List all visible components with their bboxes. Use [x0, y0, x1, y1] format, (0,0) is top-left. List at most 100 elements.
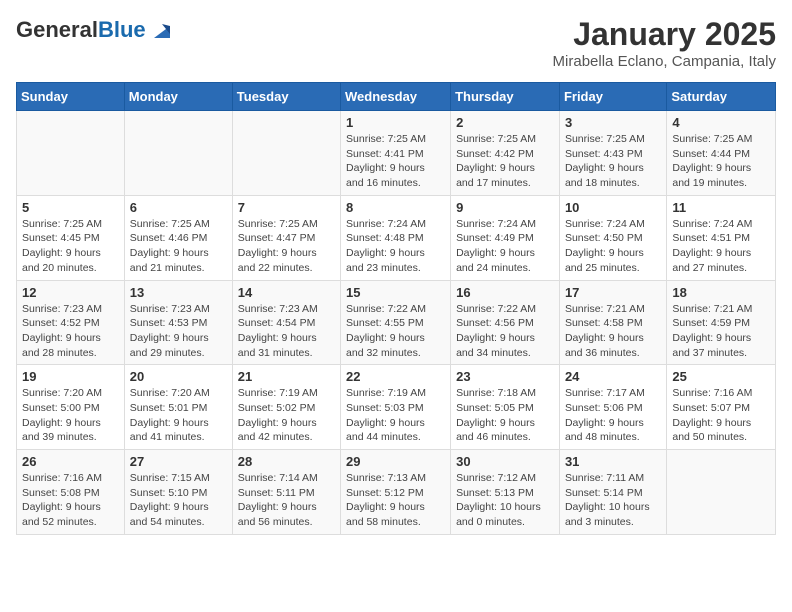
- day-info: Sunrise: 7:19 AM Sunset: 5:02 PM Dayligh…: [238, 386, 335, 445]
- day-info: Sunrise: 7:20 AM Sunset: 5:00 PM Dayligh…: [22, 386, 119, 445]
- day-info: Sunrise: 7:22 AM Sunset: 4:56 PM Dayligh…: [456, 302, 554, 361]
- calendar-cell: 8 Sunrise: 7:24 AM Sunset: 4:48 PM Daylig…: [341, 195, 451, 280]
- calendar-cell: 9Sunrise: 7:24 AM Sunset: 4:49 PM Daylig…: [451, 195, 560, 280]
- calendar-week-row: 12Sunrise: 7:23 AM Sunset: 4:52 PM Dayli…: [17, 280, 776, 365]
- day-info: Sunrise: 7:25 AM Sunset: 4:47 PM Dayligh…: [238, 217, 335, 276]
- calendar-table: SundayMondayTuesdayWednesdayThursdayFrid…: [16, 82, 776, 535]
- weekday-header: Monday: [124, 83, 232, 111]
- day-number: 5: [22, 200, 119, 215]
- day-info: Sunrise: 7:20 AM Sunset: 5:01 PM Dayligh…: [130, 386, 227, 445]
- day-info: Sunrise: 7:16 AM Sunset: 5:08 PM Dayligh…: [22, 471, 119, 530]
- weekday-header: Friday: [559, 83, 666, 111]
- day-number: 11: [672, 200, 770, 215]
- logo-general-text: General: [16, 17, 98, 42]
- day-number: 18: [672, 285, 770, 300]
- day-number: 27: [130, 454, 227, 469]
- calendar-header-row: SundayMondayTuesdayWednesdayThursdayFrid…: [17, 83, 776, 111]
- calendar-cell: [232, 111, 340, 196]
- title-block: January 2025 Mirabella Eclano, Campania,…: [553, 16, 776, 70]
- calendar-cell: 26 Sunrise: 7:16 AM Sunset: 5:08 PM Dayli…: [17, 450, 125, 535]
- day-number: 8: [346, 200, 445, 215]
- day-number: 15: [346, 285, 445, 300]
- day-info: Sunrise: 7:25 AM Sunset: 4:42 PM Dayligh…: [456, 132, 554, 191]
- calendar-cell: 23 Sunrise: 7:18 AM Sunset: 5:05 PM Dayli…: [451, 365, 560, 450]
- day-info: Sunrise: 7:16 AM Sunset: 5:07 PM Dayligh…: [672, 386, 770, 445]
- day-number: 4: [672, 115, 770, 130]
- day-number: 12: [22, 285, 119, 300]
- day-info: Sunrise: 7:12 AM Sunset: 5:13 PM Dayligh…: [456, 471, 554, 530]
- location-title: Mirabella Eclano, Campania, Italy: [553, 53, 776, 70]
- day-number: 21: [238, 369, 335, 384]
- calendar-cell: 30 Sunrise: 7:12 AM Sunset: 5:13 PM Dayli…: [451, 450, 560, 535]
- calendar-cell: 29 Sunrise: 7:13 AM Sunset: 5:12 PM Dayli…: [341, 450, 451, 535]
- calendar-cell: 27Sunrise: 7:15 AM Sunset: 5:10 PM Dayli…: [124, 450, 232, 535]
- day-number: 6: [130, 200, 227, 215]
- weekday-header: Thursday: [451, 83, 560, 111]
- day-info: Sunrise: 7:25 AM Sunset: 4:41 PM Dayligh…: [346, 132, 445, 191]
- calendar-cell: 25 Sunrise: 7:16 AM Sunset: 5:07 PM Dayli…: [667, 365, 776, 450]
- weekday-header: Tuesday: [232, 83, 340, 111]
- calendar-cell: 14 Sunrise: 7:23 AM Sunset: 4:54 PM Dayli…: [232, 280, 340, 365]
- weekday-header: Wednesday: [341, 83, 451, 111]
- day-number: 1: [346, 115, 445, 130]
- calendar-cell: 11 Sunrise: 7:24 AM Sunset: 4:51 PM Dayli…: [667, 195, 776, 280]
- calendar-cell: 2 Sunrise: 7:25 AM Sunset: 4:42 PM Daylig…: [451, 111, 560, 196]
- day-number: 2: [456, 115, 554, 130]
- page-header: GeneralBlue January 2025 Mirabella Eclan…: [16, 16, 776, 70]
- calendar-cell: 3 Sunrise: 7:25 AM Sunset: 4:43 PM Daylig…: [559, 111, 666, 196]
- day-number: 25: [672, 369, 770, 384]
- day-info: Sunrise: 7:25 AM Sunset: 4:45 PM Dayligh…: [22, 217, 119, 276]
- day-number: 29: [346, 454, 445, 469]
- logo-icon: [148, 16, 176, 44]
- day-info: Sunrise: 7:25 AM Sunset: 4:44 PM Dayligh…: [672, 132, 770, 191]
- day-info: Sunrise: 7:14 AM Sunset: 5:11 PM Dayligh…: [238, 471, 335, 530]
- calendar-cell: [17, 111, 125, 196]
- calendar-cell: 1 Sunrise: 7:25 AM Sunset: 4:41 PM Daylig…: [341, 111, 451, 196]
- calendar-cell: 18Sunrise: 7:21 AM Sunset: 4:59 PM Dayli…: [667, 280, 776, 365]
- day-number: 17: [565, 285, 661, 300]
- day-info: Sunrise: 7:23 AM Sunset: 4:54 PM Dayligh…: [238, 302, 335, 361]
- calendar-cell: 22 Sunrise: 7:19 AM Sunset: 5:03 PM Dayli…: [341, 365, 451, 450]
- day-info: Sunrise: 7:21 AM Sunset: 4:58 PM Dayligh…: [565, 302, 661, 361]
- day-number: 26: [22, 454, 119, 469]
- day-number: 22: [346, 369, 445, 384]
- day-number: 7: [238, 200, 335, 215]
- calendar-week-row: 5 Sunrise: 7:25 AM Sunset: 4:45 PM Daylig…: [17, 195, 776, 280]
- day-info: Sunrise: 7:18 AM Sunset: 5:05 PM Dayligh…: [456, 386, 554, 445]
- calendar-cell: 21 Sunrise: 7:19 AM Sunset: 5:02 PM Dayli…: [232, 365, 340, 450]
- day-number: 24: [565, 369, 661, 384]
- calendar-cell: 16Sunrise: 7:22 AM Sunset: 4:56 PM Dayli…: [451, 280, 560, 365]
- calendar-cell: [124, 111, 232, 196]
- day-info: Sunrise: 7:13 AM Sunset: 5:12 PM Dayligh…: [346, 471, 445, 530]
- calendar-cell: 28 Sunrise: 7:14 AM Sunset: 5:11 PM Dayli…: [232, 450, 340, 535]
- day-info: Sunrise: 7:24 AM Sunset: 4:48 PM Dayligh…: [346, 217, 445, 276]
- logo-blue-text: Blue: [98, 17, 146, 42]
- day-info: Sunrise: 7:25 AM Sunset: 4:46 PM Dayligh…: [130, 217, 227, 276]
- calendar-cell: 19 Sunrise: 7:20 AM Sunset: 5:00 PM Dayli…: [17, 365, 125, 450]
- calendar-cell: [667, 450, 776, 535]
- day-info: Sunrise: 7:24 AM Sunset: 4:50 PM Dayligh…: [565, 217, 661, 276]
- day-number: 28: [238, 454, 335, 469]
- day-info: Sunrise: 7:24 AM Sunset: 4:49 PM Dayligh…: [456, 217, 554, 276]
- day-info: Sunrise: 7:22 AM Sunset: 4:55 PM Dayligh…: [346, 302, 445, 361]
- day-number: 13: [130, 285, 227, 300]
- calendar-week-row: 26 Sunrise: 7:16 AM Sunset: 5:08 PM Dayli…: [17, 450, 776, 535]
- day-number: 14: [238, 285, 335, 300]
- calendar-cell: 12Sunrise: 7:23 AM Sunset: 4:52 PM Dayli…: [17, 280, 125, 365]
- calendar-cell: 6 Sunrise: 7:25 AM Sunset: 4:46 PM Daylig…: [124, 195, 232, 280]
- day-info: Sunrise: 7:23 AM Sunset: 4:53 PM Dayligh…: [130, 302, 227, 361]
- day-number: 19: [22, 369, 119, 384]
- day-number: 3: [565, 115, 661, 130]
- day-info: Sunrise: 7:17 AM Sunset: 5:06 PM Dayligh…: [565, 386, 661, 445]
- day-number: 31: [565, 454, 661, 469]
- day-number: 23: [456, 369, 554, 384]
- calendar-cell: 20Sunrise: 7:20 AM Sunset: 5:01 PM Dayli…: [124, 365, 232, 450]
- day-info: Sunrise: 7:24 AM Sunset: 4:51 PM Dayligh…: [672, 217, 770, 276]
- weekday-header: Sunday: [17, 83, 125, 111]
- day-info: Sunrise: 7:25 AM Sunset: 4:43 PM Dayligh…: [565, 132, 661, 191]
- weekday-header: Saturday: [667, 83, 776, 111]
- day-number: 30: [456, 454, 554, 469]
- calendar-cell: 13 Sunrise: 7:23 AM Sunset: 4:53 PM Dayli…: [124, 280, 232, 365]
- day-info: Sunrise: 7:19 AM Sunset: 5:03 PM Dayligh…: [346, 386, 445, 445]
- calendar-cell: 10Sunrise: 7:24 AM Sunset: 4:50 PM Dayli…: [559, 195, 666, 280]
